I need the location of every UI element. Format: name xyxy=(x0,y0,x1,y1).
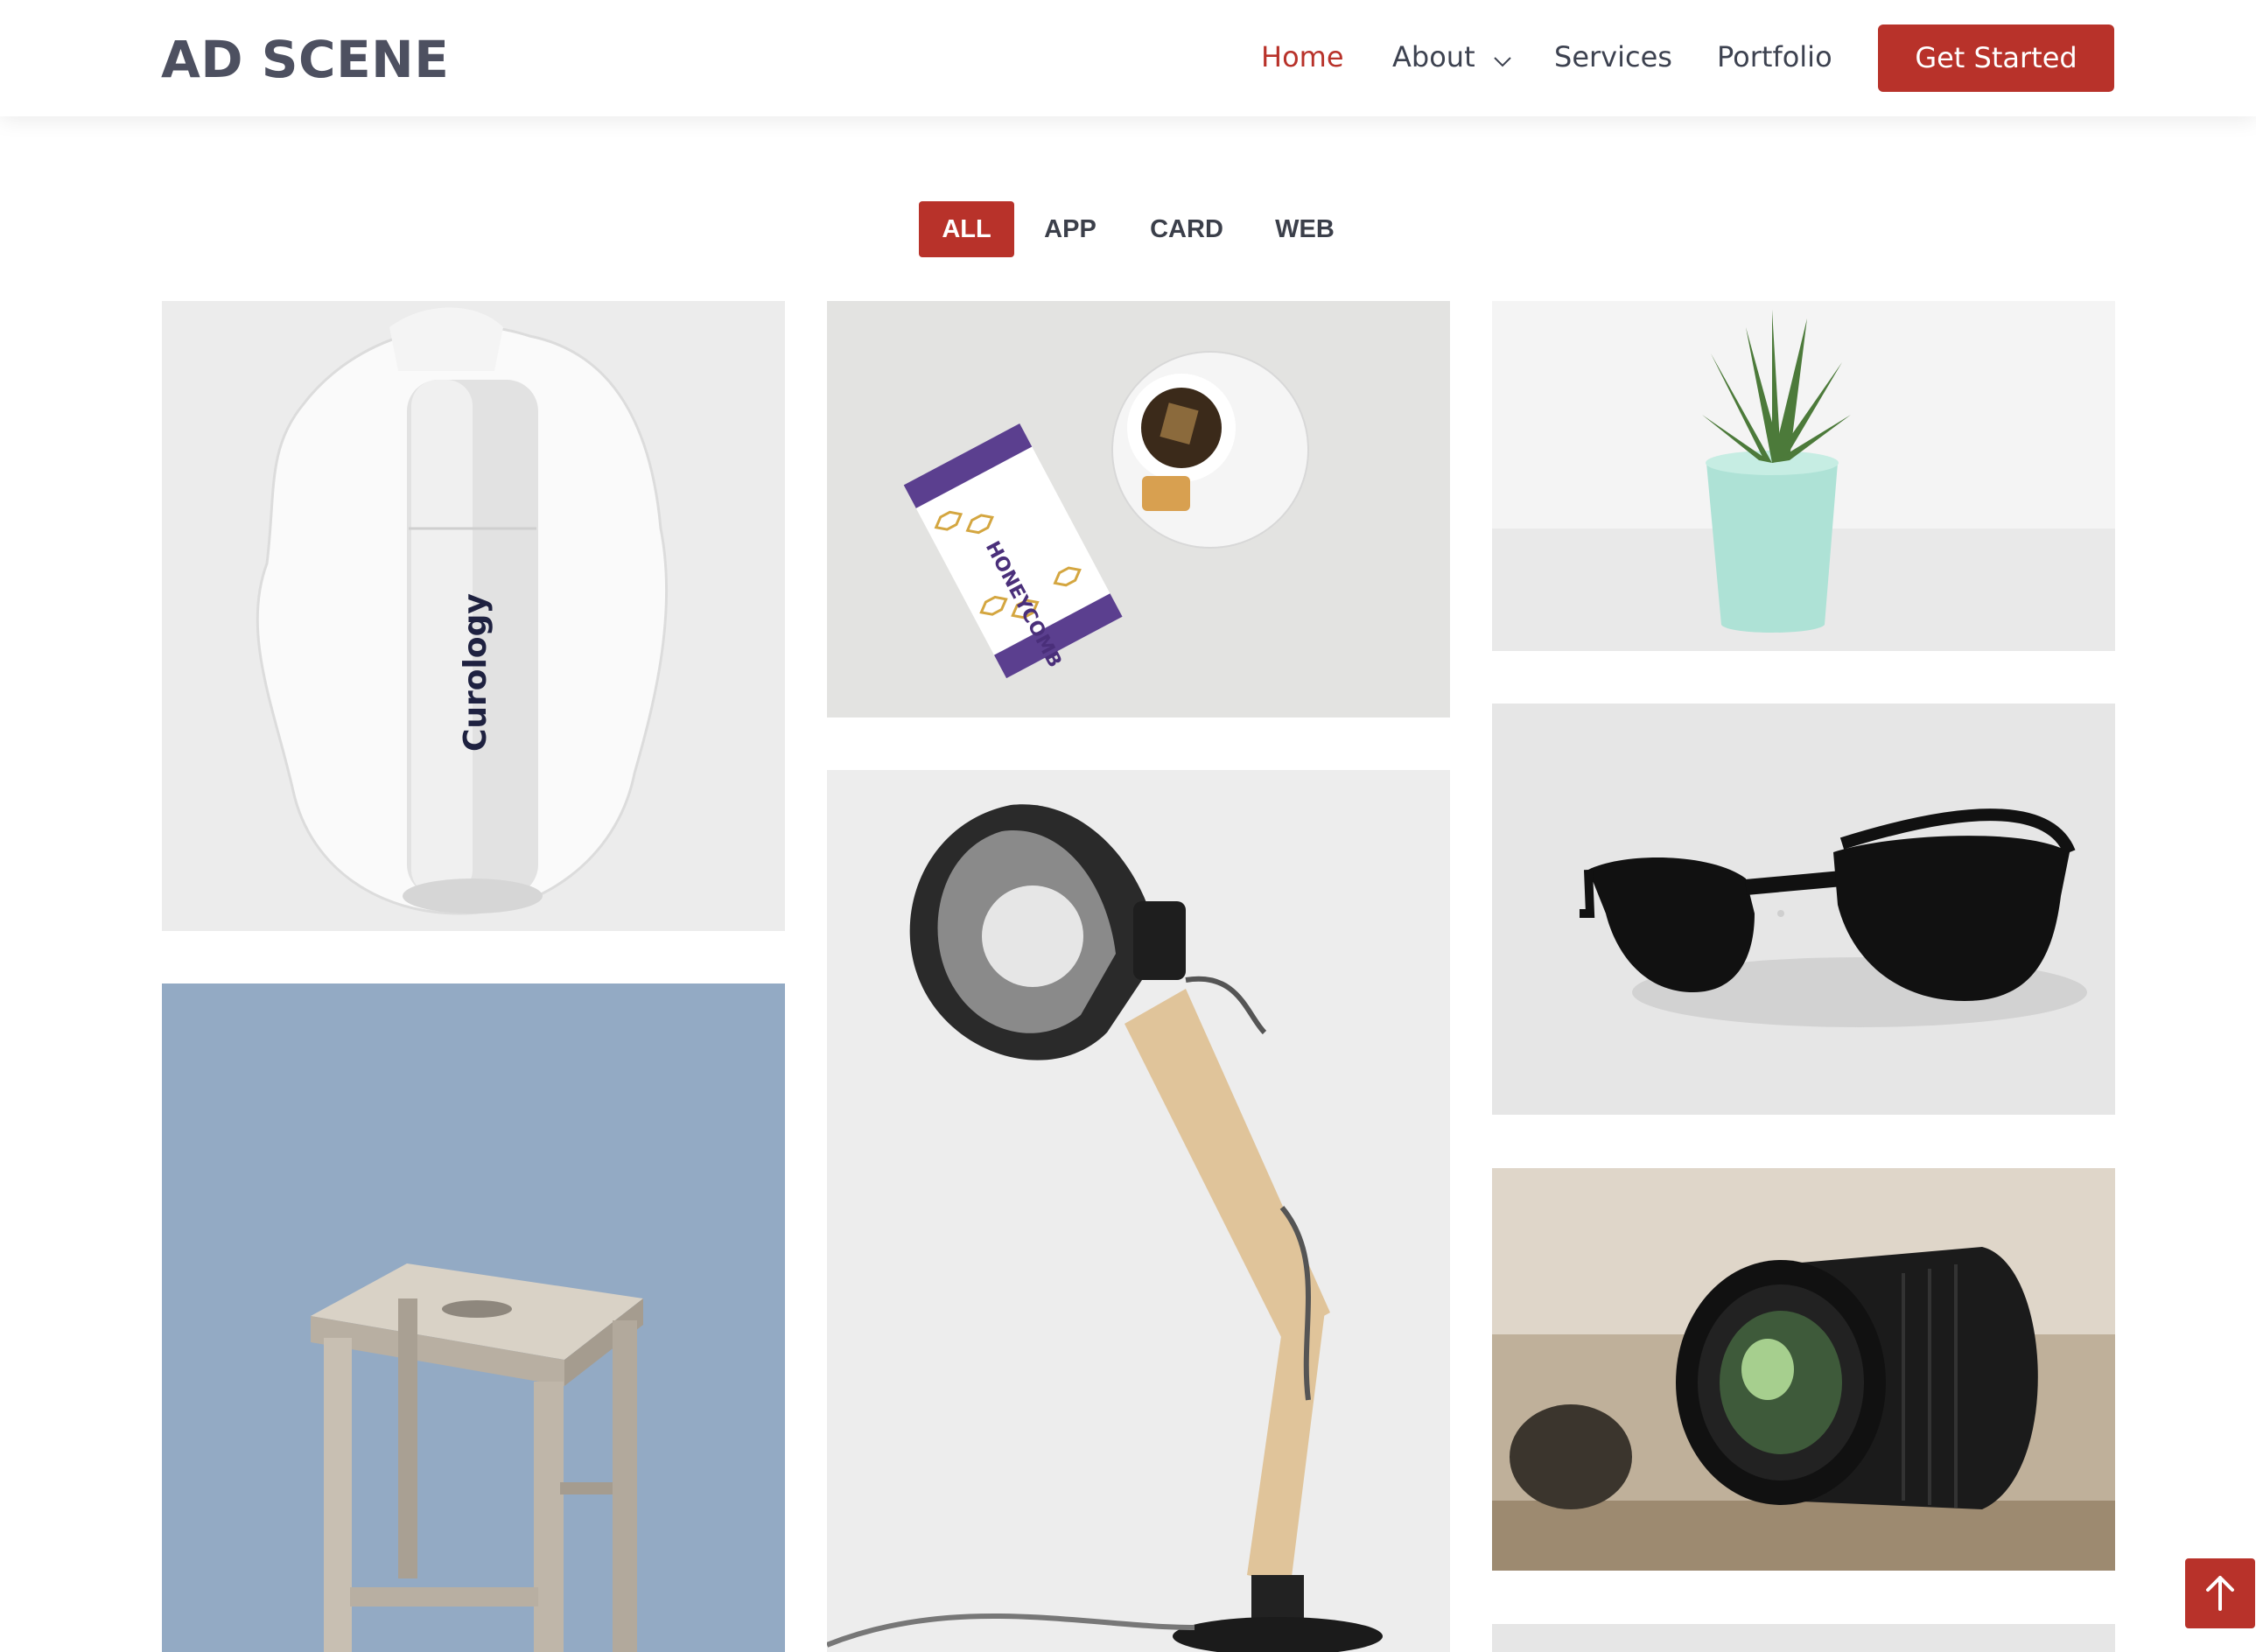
lens-image xyxy=(1492,1168,2115,1571)
portfolio-item-stool[interactable] xyxy=(162,984,785,1652)
bottle-image: Curology xyxy=(162,301,785,931)
stool-image xyxy=(162,984,785,1652)
lamp-image xyxy=(827,770,1450,1652)
portfolio-item-bottle[interactable]: Curology xyxy=(162,301,785,931)
nav-about-dropdown[interactable]: About xyxy=(1392,40,1512,75)
arrow-up-icon xyxy=(2206,1576,2234,1611)
get-started-button[interactable]: Get Started xyxy=(1878,24,2114,92)
nav-home-link[interactable]: Home xyxy=(1261,40,1344,74)
portfolio-item-partial[interactable] xyxy=(1492,1624,2115,1652)
filter-card[interactable]: CARD xyxy=(1138,201,1236,257)
portfolio-item-lens[interactable] xyxy=(1492,1168,2115,1571)
page: AD SCENE Home About Services Portfolio G… xyxy=(0,0,2256,1652)
filter-web[interactable]: WEB xyxy=(1265,201,1345,257)
site-header: AD SCENE Home About Services Portfolio G… xyxy=(0,0,2256,116)
curology-label: Curology xyxy=(458,593,494,752)
portfolio-item-tea[interactable]: HONEYCOMB xyxy=(827,301,1450,718)
nav-services-link[interactable]: Services xyxy=(1554,40,1672,74)
portfolio-filters: ALL APP CARD WEB xyxy=(0,201,2256,257)
nav-about-label: About xyxy=(1392,40,1475,74)
portfolio-item-lamp[interactable] xyxy=(827,770,1450,1652)
chevron-down-icon xyxy=(1493,42,1512,75)
plant-image xyxy=(1492,301,2115,651)
sunglasses-image xyxy=(1492,704,2115,1115)
filter-app[interactable]: APP xyxy=(1033,201,1108,257)
tea-image: HONEYCOMB xyxy=(827,301,1450,718)
back-to-top-button[interactable] xyxy=(2185,1558,2255,1628)
nav-portfolio-link[interactable]: Portfolio xyxy=(1717,40,1832,74)
portfolio-item-plant[interactable] xyxy=(1492,301,2115,651)
filter-all[interactable]: ALL xyxy=(919,201,1014,257)
portfolio-item-sunglasses[interactable] xyxy=(1492,704,2115,1115)
